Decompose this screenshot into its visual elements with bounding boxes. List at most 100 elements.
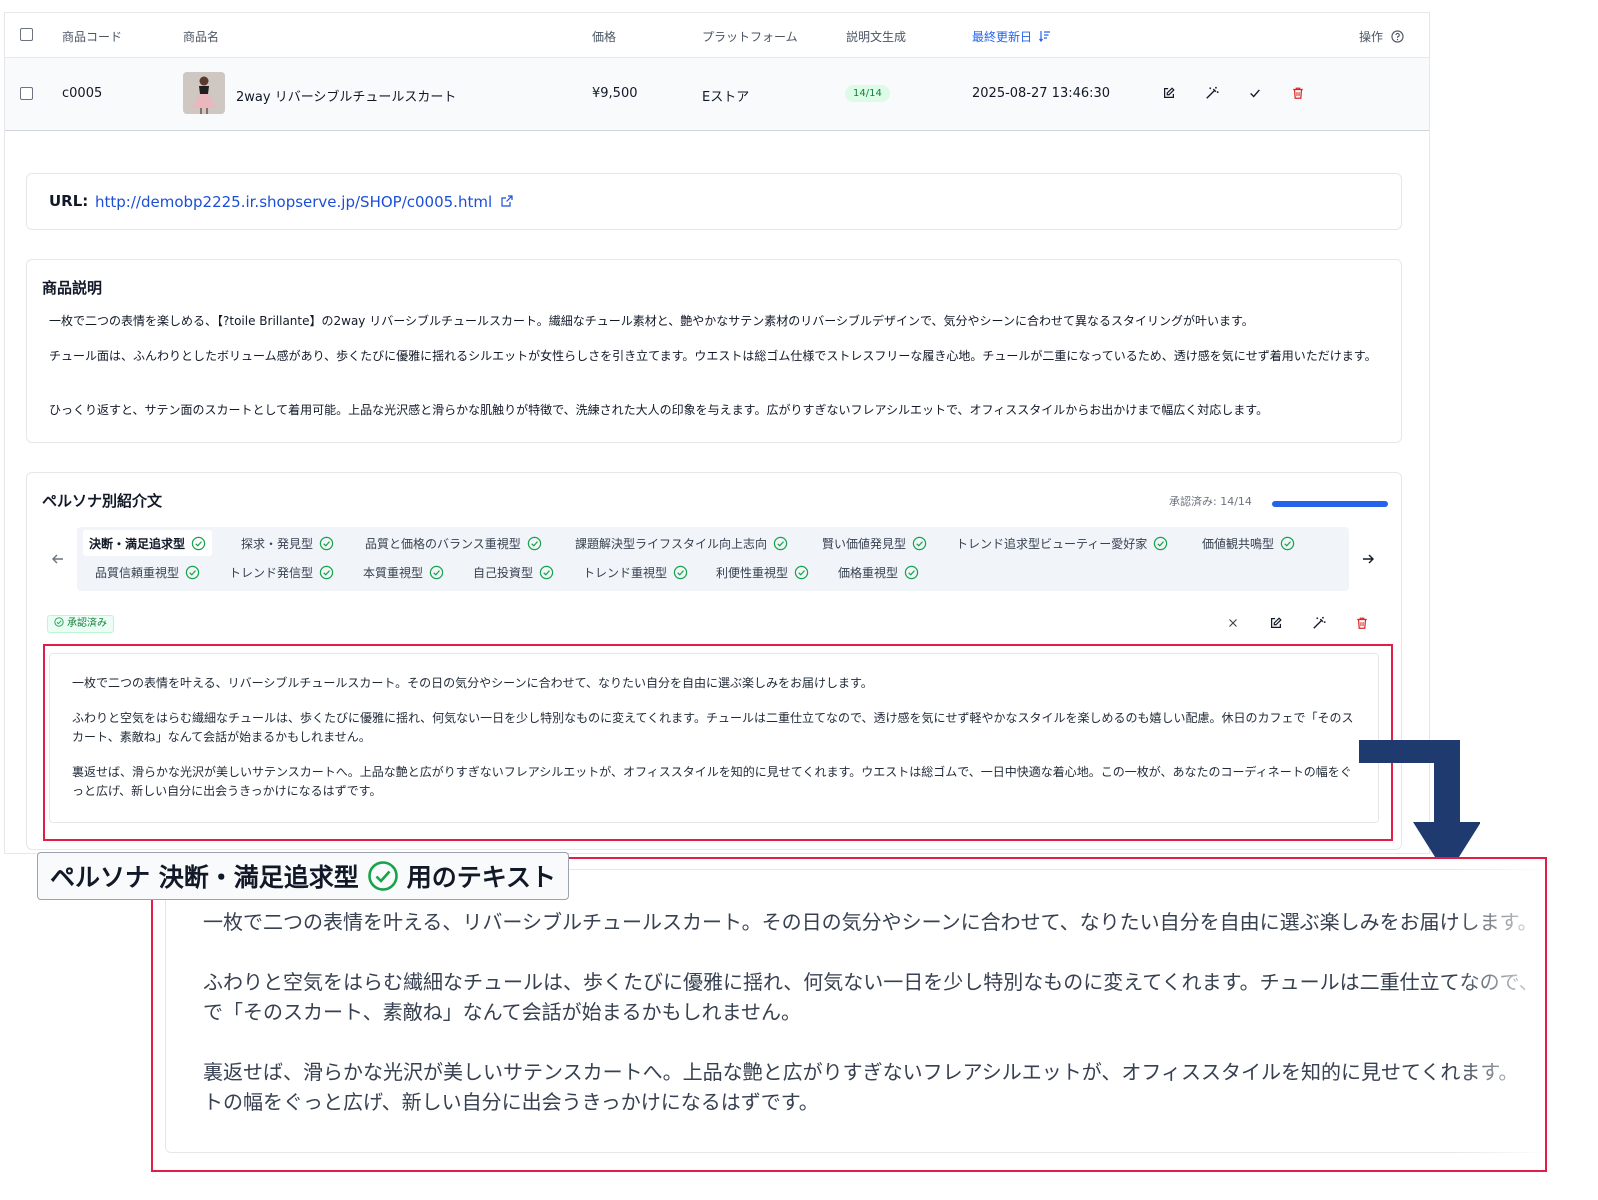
check-circle-icon: [54, 617, 64, 627]
header-actions-label: 操作: [1359, 30, 1384, 44]
row-edit-button[interactable]: [1159, 83, 1179, 103]
persona-tab-label: 課題解決型ライフスタイル向上志向: [575, 536, 768, 551]
callout-prefix: ペルソナ 決断・満足追求型: [50, 863, 359, 892]
product-url-link[interactable]: http://demobp2225.ir.shopserve.jp/SHOP/c…: [95, 192, 513, 211]
check-circle-icon: [794, 565, 809, 579]
select-all-checkbox[interactable]: [20, 28, 33, 41]
persona-tab[interactable]: 本質重視型: [357, 559, 450, 585]
row-price: ¥9,500: [592, 86, 638, 101]
persona-tab[interactable]: 品質信頼重視型: [89, 559, 206, 585]
tabs-prev-button[interactable]: [51, 551, 65, 570]
magic-wand-icon: [1313, 616, 1326, 629]
persona-tab[interactable]: 価格重視型: [832, 559, 925, 585]
url-label: URL:: [49, 192, 89, 210]
check-circle-icon: [429, 565, 444, 579]
persona-delete-button[interactable]: [1352, 613, 1372, 633]
header-platform[interactable]: プラットフォーム: [702, 28, 798, 45]
sort-icon: [1038, 31, 1050, 42]
row-delete-button[interactable]: [1288, 83, 1308, 103]
description-count-badge: 14/14: [845, 85, 890, 102]
check-circle-icon: [673, 565, 688, 579]
row-platform: Eストア: [702, 90, 750, 105]
persona-tab-label: 探求・発見型: [241, 536, 314, 551]
persona-title: ペルソナ別紹介文: [42, 492, 163, 510]
header-actions: 操作: [1359, 28, 1404, 45]
close-icon: [1229, 619, 1237, 627]
edit-icon: [1271, 617, 1282, 628]
persona-tab[interactable]: 品質と価格のバランス重視型: [359, 530, 548, 556]
header-price[interactable]: 価格: [592, 28, 616, 45]
persona-tab[interactable]: 自己投資型: [467, 559, 560, 585]
zoomed-text-panel: 一枚で二つの表情を叶える、リバーシブルチュールスカート。その日の気分やシーンに合…: [151, 857, 1547, 1172]
row-product-code: c0005: [62, 86, 103, 101]
persona-tab[interactable]: 価値観共鳴型: [1196, 530, 1301, 556]
zoom-line-3: で「そのスカート、素敵ね」なんて会話が始まるかもしれません。: [203, 1000, 801, 1024]
arrow-left-icon: [52, 554, 63, 564]
persona-close-button[interactable]: [1223, 613, 1243, 633]
row-approve-button[interactable]: [1245, 83, 1265, 103]
help-icon[interactable]: [1391, 30, 1404, 43]
persona-tab-label: 自己投資型: [473, 565, 534, 580]
approved-status-label: 承認済み: [67, 618, 107, 629]
description-paragraph-1: 一枚で二つの表情を楽しめる、【?toile Brillante】の2way リバ…: [49, 314, 1254, 328]
arrow-right-icon: [1363, 554, 1374, 564]
table-header: 商品コード 商品名 価格 プラットフォーム 説明文生成 最終更新日 操作: [5, 13, 1429, 58]
product-thumbnail: [183, 72, 225, 114]
table-row[interactable]: c0005 2way リバーシブルチュールスカート ¥9,500 Eストア 14…: [5, 58, 1429, 131]
persona-tab-label: 品質と価格のバランス重視型: [365, 536, 521, 551]
persona-tab-label: トレンド重視型: [583, 565, 668, 580]
magic-wand-icon: [1206, 86, 1219, 99]
check-circle-icon: [773, 536, 788, 550]
check-circle-icon: [1280, 536, 1295, 550]
persona-tab[interactable]: 課題解決型ライフスタイル向上志向: [569, 530, 794, 556]
zoom-line-1: 一枚で二つの表情を叶える、リバーシブルチュールスカート。その日の気分やシーンに合…: [203, 910, 1538, 934]
check-circle-icon: [191, 536, 206, 550]
highlight-outline: [43, 644, 1393, 841]
header-product-name[interactable]: 商品名: [183, 28, 219, 45]
persona-tab[interactable]: 賢い価値発見型: [816, 530, 933, 556]
zoom-line-5: トの幅をぐっと広げ、新しい自分に出会うきっかけになるはずです。: [203, 1090, 819, 1114]
persona-tab-label: 本質重視型: [363, 565, 424, 580]
persona-tab-label: 品質信頼重視型: [95, 565, 180, 580]
header-last-updated-label: 最終更新日: [972, 30, 1033, 44]
description-title: 商品説明: [42, 279, 103, 297]
check-circle-icon: [904, 565, 919, 579]
persona-regenerate-button[interactable]: [1309, 613, 1329, 633]
check-circle-icon: [185, 565, 200, 579]
url-card: URL: http://demobp2225.ir.shopserve.jp/S…: [26, 173, 1402, 230]
header-description-generation[interactable]: 説明文生成: [846, 28, 906, 45]
persona-tab-label: 利便性重視型: [716, 565, 789, 580]
zoom-line-4: 裏返せば、滑らかな光沢が美しいサテンスカートへ。上品な艶と広がりすぎないフレアシ…: [203, 1060, 1519, 1084]
edit-icon: [1164, 87, 1175, 98]
approval-progress-bar: [1272, 501, 1388, 507]
check-circle-icon: [539, 565, 554, 579]
persona-tab-label: 価格重視型: [838, 565, 899, 580]
persona-tab[interactable]: トレンド追求型ビューティー愛好家: [950, 530, 1174, 556]
zoom-line-2: ふわりと空気をはらむ繊細なチュールは、歩くたびに優雅に揺れ、何気ない一日を少し特…: [203, 970, 1539, 994]
persona-tab[interactable]: トレンド発信型: [223, 559, 340, 585]
persona-tab-label: 決断・満足追求型: [89, 536, 186, 551]
persona-tab-label: トレンド発信型: [229, 565, 314, 580]
row-generate-button[interactable]: [1202, 83, 1222, 103]
product-url-text: http://demobp2225.ir.shopserve.jp/SHOP/c…: [95, 193, 493, 211]
persona-tabs: 決断・満足追求型 探求・発見型 品質と価格のバランス重視型 課題解決型ライフスタイル向…: [77, 527, 1349, 591]
row-product-name[interactable]: 2way リバーシブルチュールスカート: [236, 86, 456, 105]
persona-edit-button[interactable]: [1266, 613, 1286, 633]
persona-tab[interactable]: トレンド重視型: [577, 559, 694, 585]
check-circle-icon: [367, 861, 398, 891]
check-circle-icon: [527, 536, 541, 550]
description-paragraph-2: チュール面は、ふんわりとしたボリューム感があり、歩くたびに優雅に揺れるシルエット…: [49, 349, 1377, 363]
row-checkbox[interactable]: [20, 87, 33, 100]
header-last-updated[interactable]: 最終更新日: [972, 28, 1051, 45]
persona-tab[interactable]: 探求・発見型: [235, 530, 340, 556]
row-last-updated: 2025-08-27 13:46:30: [972, 86, 1111, 101]
callout-suffix: 用のテキスト: [406, 863, 556, 892]
header-product-code[interactable]: 商品コード: [62, 28, 122, 45]
description-paragraph-3: ひっくり返すと、サテン面のスカートとして着用可能。上品な光沢感と滑らかな肌触りが…: [49, 403, 1269, 417]
persona-tab[interactable]: 決断・満足追求型: [83, 530, 213, 556]
persona-tab-label: 賢い価値発見型: [822, 536, 907, 551]
check-circle-icon: [319, 536, 334, 550]
persona-tab[interactable]: 利便性重視型: [710, 559, 815, 585]
approved-status-badge: 承認済み: [47, 615, 114, 633]
tabs-next-button[interactable]: [1361, 551, 1375, 570]
